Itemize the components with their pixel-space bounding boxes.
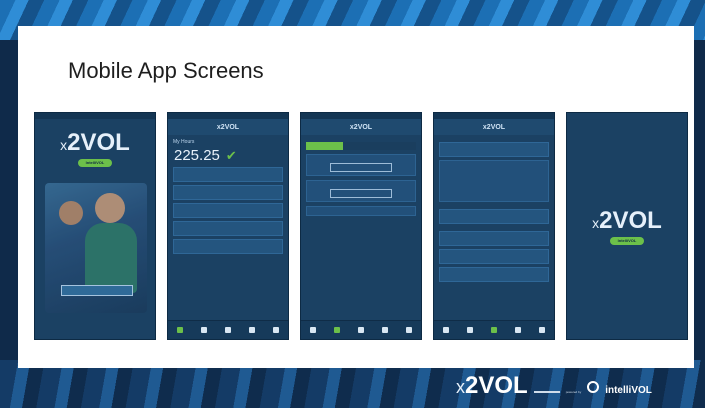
powered-by-label: powered by xyxy=(565,390,582,394)
person-head xyxy=(59,201,83,225)
intellivol-wordmark: intelliVOL xyxy=(605,385,652,396)
tab-item[interactable] xyxy=(306,142,343,150)
login-button[interactable] xyxy=(61,285,133,296)
phone-screen-opportunities: x2VOL xyxy=(300,112,422,340)
intellivol-logo-icon xyxy=(587,381,600,393)
hours-row[interactable] xyxy=(173,185,283,200)
home-icon[interactable] xyxy=(310,327,316,333)
person-head xyxy=(95,193,125,223)
hours-row[interactable] xyxy=(173,167,283,182)
home-icon[interactable] xyxy=(177,327,183,333)
menu-icon[interactable] xyxy=(406,327,412,333)
slide-panel: Mobile App Screens x2VOL IntelliVOL x2VO… xyxy=(18,26,694,368)
dropdown-field[interactable] xyxy=(439,209,549,224)
hours-row[interactable] xyxy=(173,203,283,218)
total-hours: 225.25 ✔ xyxy=(174,147,237,164)
x2vol-logo: x2VOL xyxy=(60,129,130,156)
hours-row[interactable] xyxy=(173,239,283,254)
footer-logo-x: x xyxy=(456,377,465,397)
bottom-nav xyxy=(434,320,554,339)
search-icon[interactable] xyxy=(201,327,207,333)
form-field[interactable] xyxy=(439,267,549,282)
hours-icon[interactable] xyxy=(515,327,521,333)
home-icon[interactable] xyxy=(443,327,449,333)
bottom-nav xyxy=(168,320,288,339)
calendar-icon[interactable] xyxy=(358,327,364,333)
footer-logo-word: 2VOL xyxy=(465,372,528,399)
form-field[interactable] xyxy=(439,249,549,264)
card-button[interactable] xyxy=(330,163,392,172)
menu-icon[interactable] xyxy=(273,327,279,333)
opportunity-card[interactable] xyxy=(306,180,416,202)
phone-screen-dashboard: x2VOL My Hours 225.25 ✔ xyxy=(167,112,289,340)
divider-line xyxy=(533,391,560,393)
menu-icon[interactable] xyxy=(539,327,545,333)
app-header: x2VOL xyxy=(434,119,554,135)
x2vol-logo: x2VOL xyxy=(592,207,662,234)
form-field[interactable] xyxy=(439,142,549,157)
hours-icon[interactable] xyxy=(249,327,255,333)
section-label: My Hours xyxy=(173,139,195,145)
slide-title: Mobile App Screens xyxy=(68,58,264,83)
intellivol-badge: IntelliVOL xyxy=(78,159,112,167)
tab-bar xyxy=(306,142,417,150)
form-field[interactable] xyxy=(439,231,549,246)
hours-icon[interactable] xyxy=(382,327,388,333)
search-icon[interactable] xyxy=(334,327,340,333)
bottom-nav xyxy=(301,320,421,339)
tab-item[interactable] xyxy=(379,142,417,150)
phone-screen-log-hours: x2VOL xyxy=(433,112,555,340)
calendar-icon[interactable] xyxy=(225,327,231,333)
opportunity-card[interactable] xyxy=(306,154,416,176)
footer-brand: x 2VOL powered by intelliVOL xyxy=(456,372,652,400)
person-body xyxy=(85,223,137,293)
search-icon[interactable] xyxy=(467,327,473,333)
tab-item[interactable] xyxy=(342,142,380,150)
phone-screen-splash-login: x2VOL IntelliVOL xyxy=(34,112,156,340)
opportunity-card[interactable] xyxy=(306,206,416,216)
intellivol-badge: IntelliVOL xyxy=(610,237,644,245)
checkmark-icon: ✔ xyxy=(225,147,237,163)
hours-row[interactable] xyxy=(173,221,283,236)
app-header: x2VOL xyxy=(301,119,421,135)
card-button[interactable] xyxy=(330,189,392,198)
app-header: x2VOL xyxy=(168,119,288,135)
description-textarea[interactable] xyxy=(439,160,549,202)
status-bar xyxy=(35,113,155,119)
calendar-icon[interactable] xyxy=(491,327,497,333)
phone-screen-splash-logo: x2VOL IntelliVOL xyxy=(566,112,688,340)
